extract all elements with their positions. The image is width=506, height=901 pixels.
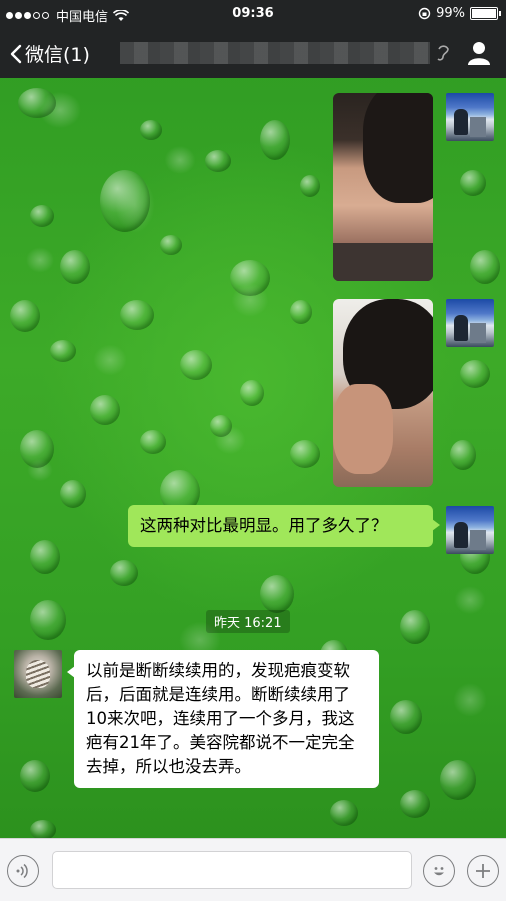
water-drop [300,175,320,197]
water-drop [160,235,182,255]
water-drop [400,610,430,644]
water-drop [100,170,150,232]
message-timestamp: 昨天 16:21 [206,610,290,633]
water-drop [20,760,50,792]
water-drop [205,150,231,172]
sent-photo-message[interactable] [333,299,433,487]
water-drop [260,120,290,160]
water-drop [60,480,86,508]
avatar-me[interactable] [446,506,494,554]
message-input[interactable] [52,851,412,889]
water-drop [20,430,54,468]
back-label: 微信(1) [25,44,90,66]
received-text-message[interactable]: 以前是断断续续用的，发现疤痕变软后，后面就是连续用。断断续续用了10来次吧，连续… [67,650,379,788]
avatar-contact[interactable] [14,650,62,698]
water-drop [470,250,500,284]
water-drop [120,300,154,330]
chevron-left-icon [10,44,22,63]
water-drop [460,360,490,388]
status-bar: 中国电信 09:36 99% [0,0,506,28]
rotation-lock-icon [418,7,431,20]
emoji-icon [434,867,444,876]
water-drop [400,790,430,818]
water-drop [110,560,138,586]
water-drop [10,300,40,332]
water-drop [290,440,320,468]
input-bar [0,838,506,901]
plus-icon [476,864,490,878]
avatar-me[interactable] [446,299,494,347]
water-drop [440,760,476,800]
person-icon [468,42,490,65]
water-drop [140,430,166,454]
emoji-button[interactable] [423,855,455,887]
water-drop [240,380,264,406]
back-button[interactable]: 微信(1) [10,40,90,67]
water-drop [30,540,60,574]
sent-text-message[interactable]: 这两种对比最明显。用了多久了？ [128,505,440,547]
water-drop [90,395,120,425]
water-drop [18,88,56,118]
battery-percent: 99% [436,6,465,21]
navigation-bar: 微信(1) [0,28,506,78]
water-drop [450,440,476,470]
contact-info-button[interactable] [466,40,492,70]
water-drop [390,700,422,734]
battery-fill [472,9,496,18]
water-drop [50,340,76,362]
earpiece-mode-icon [437,45,449,61]
water-drop [30,205,54,227]
water-drop [230,260,270,296]
water-drop [210,415,232,437]
water-drop [60,250,90,284]
chat-title-redacted [120,42,430,64]
water-drop [330,800,358,826]
water-drop [180,350,212,380]
voice-input-button[interactable] [7,855,39,887]
voice-icon [16,863,28,879]
water-drop [30,820,56,840]
sent-photo-message[interactable] [333,93,433,281]
avatar-me[interactable] [446,93,494,141]
water-drop [460,170,486,196]
battery-icon [470,7,501,20]
more-options-button[interactable] [467,855,499,887]
water-drop [290,300,312,324]
water-drop [140,120,162,140]
water-drop [260,575,294,613]
water-drop [30,600,66,640]
